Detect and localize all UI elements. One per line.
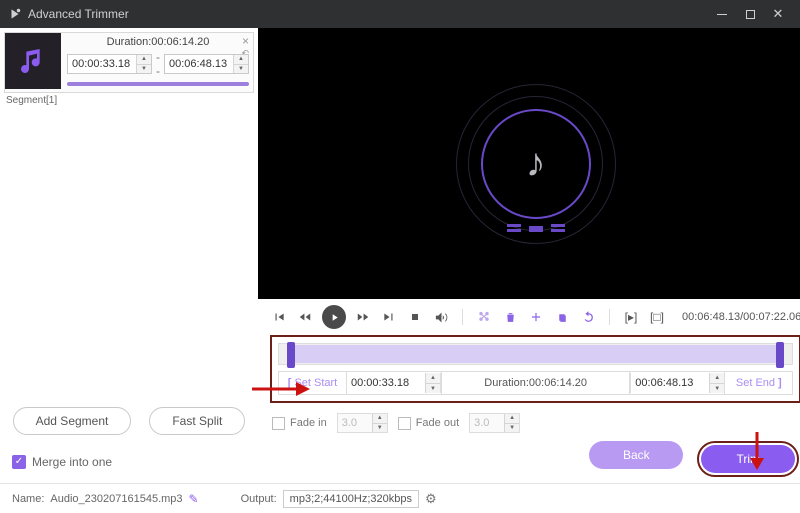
trim-button[interactable]: Trim: [701, 445, 795, 473]
stop-icon[interactable]: [406, 308, 424, 326]
timeline-selection: [289, 345, 782, 363]
fade-in-spinner[interactable]: ▲▼: [337, 413, 388, 433]
spinner-down-icon[interactable]: ▼: [137, 64, 151, 73]
audio-visual-icon: ♪: [456, 84, 616, 244]
titlebar: Advanced Trimmer ✕: [0, 0, 800, 28]
volume-icon[interactable]: [432, 308, 450, 326]
segment-start-spinner[interactable]: ▲▼: [67, 54, 152, 74]
timeline-track[interactable]: [278, 343, 793, 365]
add-segment-button[interactable]: Add Segment: [13, 407, 132, 435]
playback-controls: [▸] [□] 00:06:48.13/00:07:22.06: [258, 299, 800, 333]
spinner-up-icon[interactable]: ▲: [710, 373, 724, 383]
timeline-start-handle[interactable]: [287, 342, 295, 368]
range-duration: Duration:00:06:14.20: [441, 372, 630, 394]
fade-out-label: Fade out: [416, 417, 459, 429]
bracket-play-icon[interactable]: [▸]: [622, 308, 640, 326]
spinner-down-icon[interactable]: ▼: [710, 383, 724, 393]
spinner-down-icon[interactable]: ▼: [234, 64, 248, 73]
fade-out-group: Fade out: [398, 417, 459, 430]
delete-icon[interactable]: [501, 308, 519, 326]
range-end-input[interactable]: [631, 373, 709, 393]
spinner-up-icon[interactable]: ▲: [426, 373, 440, 383]
merge-checkbox[interactable]: ✓: [12, 455, 26, 469]
output-settings-icon[interactable]: ⚙: [425, 491, 437, 507]
output-label: Output:: [241, 493, 277, 505]
edit-name-icon[interactable]: ✎: [189, 492, 199, 506]
window-title: Advanced Trimmer: [28, 7, 129, 21]
footer-bar: Name: Audio_230207161545.mp3 ✎ Output: m…: [0, 483, 800, 513]
add-icon[interactable]: [527, 308, 545, 326]
segment-start-input[interactable]: [68, 55, 136, 73]
copy-icon[interactable]: [553, 308, 571, 326]
spinner-up-icon[interactable]: ▲: [373, 414, 387, 423]
spinner-up-icon[interactable]: ▲: [505, 414, 519, 423]
segments-panel: × ↶ Duration:00:06:14.20 ▲▼ -- ▲▼ Seg: [0, 28, 258, 483]
segment-remove-icon[interactable]: ×: [242, 35, 249, 47]
segment-duration: Duration:00:06:14.20: [67, 36, 249, 48]
segment-card[interactable]: × ↶ Duration:00:06:14.20 ▲▼ -- ▲▼: [4, 32, 254, 93]
spinner-down-icon[interactable]: ▼: [505, 423, 519, 432]
fade-out-input[interactable]: [470, 414, 504, 432]
back-button[interactable]: Back: [589, 441, 683, 469]
set-end-button[interactable]: Set End]: [724, 372, 792, 394]
fade-in-checkbox[interactable]: [272, 417, 285, 430]
fade-out-spinner[interactable]: ▲▼: [469, 413, 520, 433]
name-value: Audio_230207161545.mp3: [50, 493, 182, 505]
segment-end-input[interactable]: [165, 55, 233, 73]
range-end-spinner[interactable]: ▲▼: [630, 373, 724, 393]
segment-label: Segment[1]: [0, 95, 258, 106]
app-logo-icon: [8, 7, 22, 21]
segment-progress: [67, 82, 249, 86]
set-start-button[interactable]: [Set Start: [279, 372, 347, 394]
minimize-button[interactable]: [708, 4, 736, 24]
range-separator: --: [156, 50, 160, 78]
range-start-spinner[interactable]: ▲▼: [347, 373, 441, 393]
bracket-stop-icon[interactable]: [□]: [648, 308, 666, 326]
undo-icon[interactable]: [579, 308, 597, 326]
fade-out-checkbox[interactable]: [398, 417, 411, 430]
cut-icon[interactable]: [475, 308, 493, 326]
name-label: Name:: [12, 493, 44, 505]
timeline-panel: [Set Start ▲▼ Duration:00:06:14.20 ▲▼ Se…: [270, 335, 800, 403]
merge-label: Merge into one: [32, 455, 112, 469]
segment-restore-icon[interactable]: ↶: [241, 49, 249, 58]
skip-start-icon[interactable]: [270, 308, 288, 326]
timeline-end-handle[interactable]: [776, 342, 784, 368]
fade-row: Fade in ▲▼ Fade out ▲▼: [258, 407, 800, 439]
rewind-icon[interactable]: [296, 308, 314, 326]
segment-thumbnail: [5, 33, 61, 89]
playback-time: 00:06:48.13/00:07:22.06: [682, 311, 800, 323]
close-button[interactable]: ✕: [764, 4, 792, 24]
play-button[interactable]: [322, 305, 346, 329]
fade-in-group: Fade in: [272, 417, 327, 430]
skip-end-icon[interactable]: [380, 308, 398, 326]
segment-end-spinner[interactable]: ▲▼: [164, 54, 249, 74]
preview-area: ♪: [258, 28, 800, 299]
output-value: mp3;2;44100Hz;320kbps: [283, 490, 419, 508]
range-start-input[interactable]: [347, 373, 425, 393]
forward-icon[interactable]: [354, 308, 372, 326]
fade-in-label: Fade in: [290, 417, 327, 429]
spinner-down-icon[interactable]: ▼: [373, 423, 387, 432]
fast-split-button[interactable]: Fast Split: [149, 407, 245, 435]
spinner-down-icon[interactable]: ▼: [426, 383, 440, 393]
spinner-up-icon[interactable]: ▲: [137, 55, 151, 64]
maximize-button[interactable]: [736, 4, 764, 24]
trim-highlight: Trim: [697, 441, 799, 477]
fade-in-input[interactable]: [338, 414, 372, 432]
